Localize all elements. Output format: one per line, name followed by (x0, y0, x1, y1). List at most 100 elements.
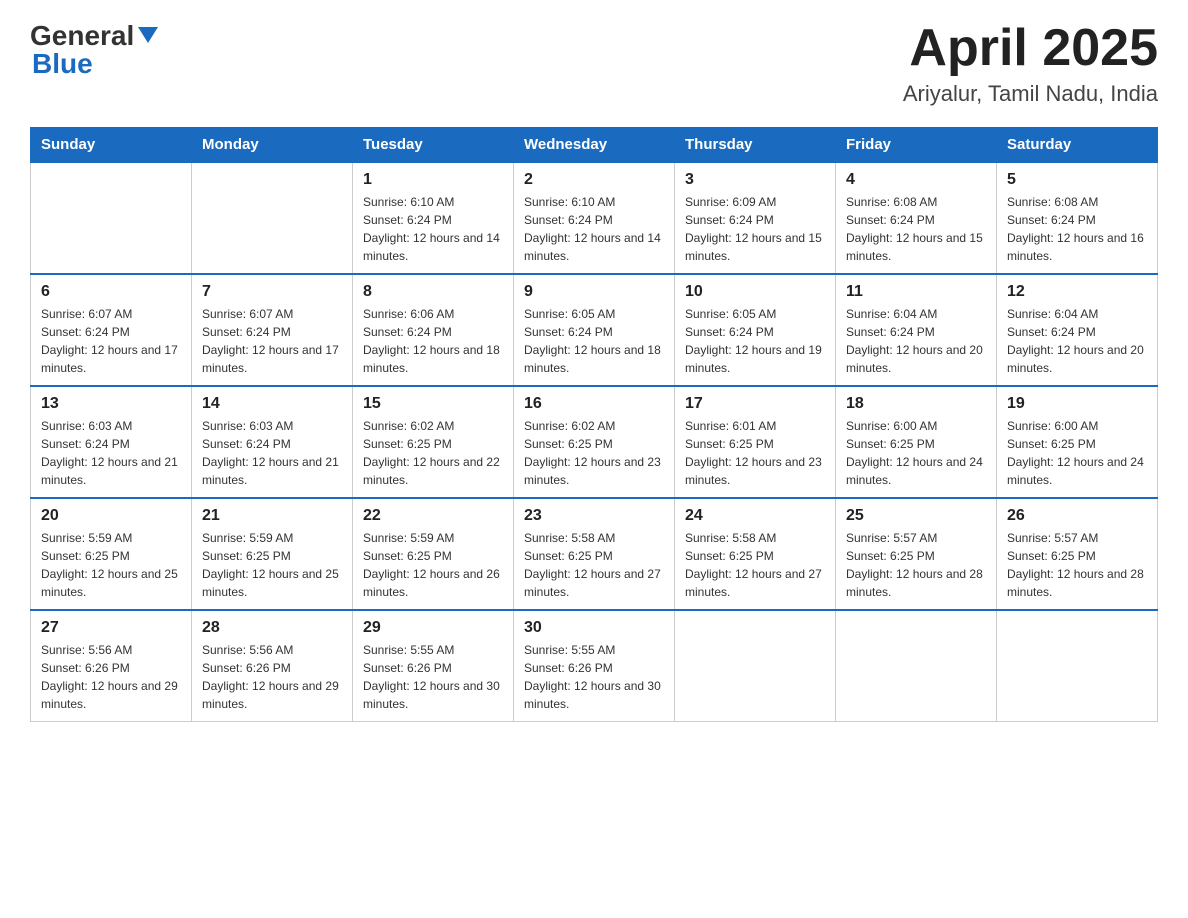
day-cell: 16Sunrise: 6:02 AMSunset: 6:25 PMDayligh… (514, 386, 675, 498)
day-cell: 26Sunrise: 5:57 AMSunset: 6:25 PMDayligh… (997, 498, 1158, 610)
day-cell: 11 Sunrise: 6:04 AMSunset: 6:24 PMDayligh… (836, 274, 997, 386)
day-number: 21 (202, 507, 342, 525)
day-detail: Sunrise: 6:02 AMSunset: 6:25 PMDaylight:… (363, 417, 503, 489)
day-cell: 20Sunrise: 5:59 AMSunset: 6:25 PMDayligh… (31, 498, 192, 610)
day-number: 30 (524, 619, 664, 637)
day-cell: 17 Sunrise: 6:01 AMSunset: 6:25 PMDayligh… (675, 386, 836, 498)
day-number: 18 (846, 395, 986, 413)
logo: General Blue (30, 20, 158, 80)
day-number: 26 (1007, 507, 1147, 525)
day-number: 15 (363, 395, 503, 413)
day-detail: Sunrise: 6:10 AMSunset: 6:24 PMDaylight:… (363, 193, 503, 265)
day-number: 25 (846, 507, 986, 525)
day-cell: 24 Sunrise: 5:58 AMSunset: 6:25 PMDayligh… (675, 498, 836, 610)
calendar-header: SundayMondayTuesdayWednesdayThursdayFrid… (31, 128, 1158, 163)
day-cell: 18 Sunrise: 6:00 AMSunset: 6:25 PMDayligh… (836, 386, 997, 498)
page-header: General Blue April 2025 Ariyalur, Tamil … (30, 20, 1158, 107)
weekday-header-saturday: Saturday (997, 128, 1158, 163)
week-row-3: 13Sunrise: 6:03 AMSunset: 6:24 PMDayligh… (31, 386, 1158, 498)
day-cell: 23Sunrise: 5:58 AMSunset: 6:25 PMDayligh… (514, 498, 675, 610)
month-title: April 2025 (903, 20, 1158, 77)
day-number: 6 (41, 283, 181, 301)
day-number: 27 (41, 619, 181, 637)
day-detail: Sunrise: 5:55 AMSunset: 6:26 PMDaylight:… (363, 641, 503, 713)
day-number: 7 (202, 283, 342, 301)
day-number: 9 (524, 283, 664, 301)
logo-arrow-icon (138, 27, 158, 48)
day-detail: Sunrise: 6:07 AMSunset: 6:24 PMDaylight:… (41, 305, 181, 377)
day-detail: Sunrise: 5:56 AMSunset: 6:26 PMDaylight:… (202, 641, 342, 713)
calendar-table: SundayMondayTuesdayWednesdayThursdayFrid… (30, 127, 1158, 722)
day-number: 11 (846, 283, 986, 301)
day-number: 24 (685, 507, 825, 525)
day-detail: Sunrise: 6:05 AMSunset: 6:24 PMDaylight:… (685, 305, 825, 377)
day-cell: 28 Sunrise: 5:56 AMSunset: 6:26 PMDayligh… (192, 610, 353, 722)
day-number: 22 (363, 507, 503, 525)
week-row-1: 1 Sunrise: 6:10 AMSunset: 6:24 PMDaylight… (31, 162, 1158, 274)
day-detail: Sunrise: 6:06 AMSunset: 6:24 PMDaylight:… (363, 305, 503, 377)
day-cell: 14 Sunrise: 6:03 AMSunset: 6:24 PMDayligh… (192, 386, 353, 498)
location-text: Ariyalur, Tamil Nadu, India (903, 81, 1158, 107)
day-cell: 5 Sunrise: 6:08 AMSunset: 6:24 PMDaylight… (997, 162, 1158, 274)
day-detail: Sunrise: 6:00 AMSunset: 6:25 PMDaylight:… (846, 417, 986, 489)
day-cell: 8 Sunrise: 6:06 AMSunset: 6:24 PMDaylight… (353, 274, 514, 386)
day-number: 19 (1007, 395, 1147, 413)
day-number: 17 (685, 395, 825, 413)
day-number: 16 (524, 395, 664, 413)
day-detail: Sunrise: 6:08 AMSunset: 6:24 PMDaylight:… (1007, 193, 1147, 265)
day-cell (192, 162, 353, 274)
logo-blue-text: Blue (32, 48, 93, 80)
day-cell: 1 Sunrise: 6:10 AMSunset: 6:24 PMDaylight… (353, 162, 514, 274)
day-detail: Sunrise: 6:04 AMSunset: 6:24 PMDaylight:… (1007, 305, 1147, 377)
day-number: 2 (524, 171, 664, 189)
day-detail: Sunrise: 6:01 AMSunset: 6:25 PMDaylight:… (685, 417, 825, 489)
weekday-header-sunday: Sunday (31, 128, 192, 163)
day-number: 28 (202, 619, 342, 637)
day-number: 10 (685, 283, 825, 301)
day-number: 4 (846, 171, 986, 189)
day-detail: Sunrise: 6:08 AMSunset: 6:24 PMDaylight:… (846, 193, 986, 265)
day-number: 5 (1007, 171, 1147, 189)
day-number: 23 (524, 507, 664, 525)
weekday-header-friday: Friday (836, 128, 997, 163)
day-detail: Sunrise: 5:59 AMSunset: 6:25 PMDaylight:… (363, 529, 503, 601)
day-number: 3 (685, 171, 825, 189)
day-number: 8 (363, 283, 503, 301)
day-number: 14 (202, 395, 342, 413)
day-cell: 7 Sunrise: 6:07 AMSunset: 6:24 PMDaylight… (192, 274, 353, 386)
day-cell: 15 Sunrise: 6:02 AMSunset: 6:25 PMDayligh… (353, 386, 514, 498)
day-cell: 9 Sunrise: 6:05 AMSunset: 6:24 PMDaylight… (514, 274, 675, 386)
week-row-2: 6 Sunrise: 6:07 AMSunset: 6:24 PMDaylight… (31, 274, 1158, 386)
day-detail: Sunrise: 6:03 AMSunset: 6:24 PMDaylight:… (41, 417, 181, 489)
day-cell (997, 610, 1158, 722)
day-detail: Sunrise: 5:58 AMSunset: 6:25 PMDaylight:… (685, 529, 825, 601)
day-detail: Sunrise: 5:56 AMSunset: 6:26 PMDaylight:… (41, 641, 181, 713)
day-number: 12 (1007, 283, 1147, 301)
weekday-header-monday: Monday (192, 128, 353, 163)
day-cell: 6 Sunrise: 6:07 AMSunset: 6:24 PMDaylight… (31, 274, 192, 386)
calendar-body: 1 Sunrise: 6:10 AMSunset: 6:24 PMDaylight… (31, 162, 1158, 722)
day-number: 1 (363, 171, 503, 189)
day-detail: Sunrise: 6:04 AMSunset: 6:24 PMDaylight:… (846, 305, 986, 377)
day-cell: 22 Sunrise: 5:59 AMSunset: 6:25 PMDayligh… (353, 498, 514, 610)
day-cell: 19Sunrise: 6:00 AMSunset: 6:25 PMDayligh… (997, 386, 1158, 498)
day-cell: 3 Sunrise: 6:09 AMSunset: 6:24 PMDaylight… (675, 162, 836, 274)
day-detail: Sunrise: 6:09 AMSunset: 6:24 PMDaylight:… (685, 193, 825, 265)
day-cell: 2 Sunrise: 6:10 AMSunset: 6:24 PMDaylight… (514, 162, 675, 274)
day-cell: 21Sunrise: 5:59 AMSunset: 6:25 PMDayligh… (192, 498, 353, 610)
day-detail: Sunrise: 6:07 AMSunset: 6:24 PMDaylight:… (202, 305, 342, 377)
day-cell: 30Sunrise: 5:55 AMSunset: 6:26 PMDayligh… (514, 610, 675, 722)
day-detail: Sunrise: 6:10 AMSunset: 6:24 PMDaylight:… (524, 193, 664, 265)
day-cell: 13Sunrise: 6:03 AMSunset: 6:24 PMDayligh… (31, 386, 192, 498)
week-row-5: 27 Sunrise: 5:56 AMSunset: 6:26 PMDayligh… (31, 610, 1158, 722)
day-detail: Sunrise: 5:59 AMSunset: 6:25 PMDaylight:… (41, 529, 181, 601)
day-cell: 27 Sunrise: 5:56 AMSunset: 6:26 PMDayligh… (31, 610, 192, 722)
day-detail: Sunrise: 6:05 AMSunset: 6:24 PMDaylight:… (524, 305, 664, 377)
day-detail: Sunrise: 6:03 AMSunset: 6:24 PMDaylight:… (202, 417, 342, 489)
day-cell (675, 610, 836, 722)
weekday-header-tuesday: Tuesday (353, 128, 514, 163)
weekday-header-wednesday: Wednesday (514, 128, 675, 163)
day-number: 29 (363, 619, 503, 637)
day-cell: 29 Sunrise: 5:55 AMSunset: 6:26 PMDayligh… (353, 610, 514, 722)
day-cell: 12 Sunrise: 6:04 AMSunset: 6:24 PMDayligh… (997, 274, 1158, 386)
